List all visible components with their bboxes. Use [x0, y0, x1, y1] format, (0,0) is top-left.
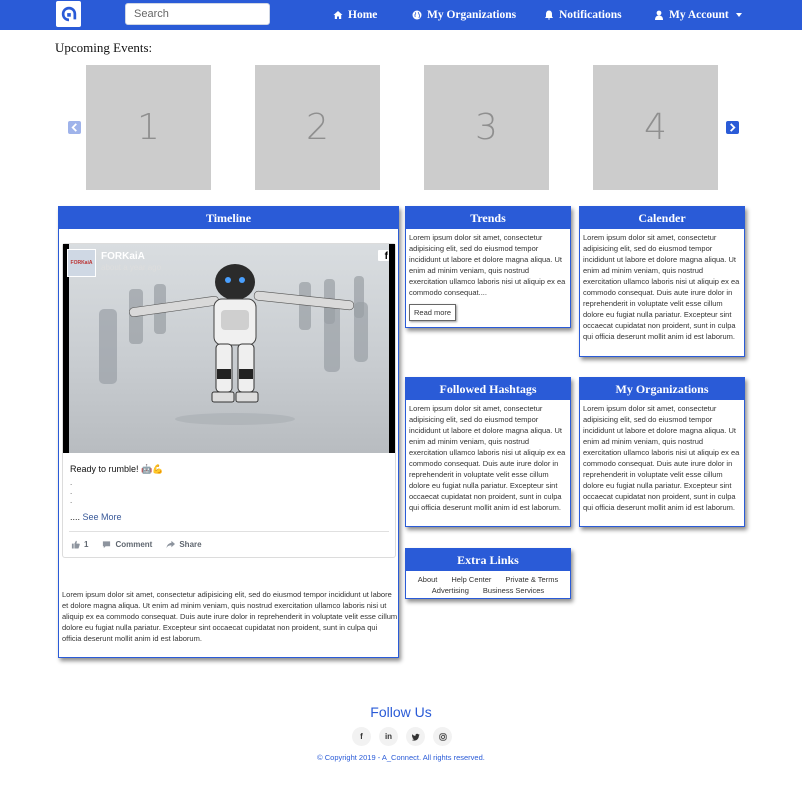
upcoming-events-title: Upcoming Events:	[55, 40, 153, 55]
thumbs-up-icon	[71, 540, 80, 549]
my-organizations-body: Lorem ipsum dolor sit amet, consectetur …	[583, 404, 740, 512]
page-name[interactable]: FORKaiA	[101, 251, 145, 262]
linkedin-icon[interactable]: in	[379, 727, 398, 746]
trends-panel: Trends Lorem ipsum dolor sit amet, conse…	[405, 206, 571, 328]
chevron-down-icon	[735, 13, 742, 17]
chevron-left-icon	[71, 123, 77, 132]
link-business-services[interactable]: Business Services	[483, 586, 544, 595]
extra-links-panel: Extra Links About Help Center Private & …	[405, 548, 571, 599]
link-help-center[interactable]: Help Center	[451, 575, 491, 584]
event-tile[interactable]: 4	[593, 65, 718, 190]
nav-my-account-label: My Account	[669, 9, 729, 21]
link-about[interactable]: About	[418, 575, 438, 584]
twitter-icon[interactable]	[406, 727, 425, 746]
timeline-title: Timeline	[59, 207, 398, 229]
share-icon	[166, 540, 176, 549]
followed-hashtags-panel: Followed Hashtags Lorem ipsum dolor sit …	[405, 377, 571, 527]
post-dots: . . .	[70, 478, 73, 505]
event-tile[interactable]: 1	[86, 65, 211, 190]
carousel-prev-button[interactable]	[68, 121, 81, 134]
a-connect-logo-icon[interactable]	[56, 1, 81, 27]
link-advertising[interactable]: Advertising	[432, 586, 469, 595]
link-private-terms[interactable]: Private & Terms	[505, 575, 558, 584]
follow-us-title: Follow Us	[370, 704, 432, 720]
followed-hashtags-body: Lorem ipsum dolor sit amet, consectetur …	[409, 404, 566, 512]
nav-notifications[interactable]: Notifications	[544, 7, 622, 23]
post-text: Ready to rumble! 🤖💪	[70, 464, 164, 474]
trends-text: Lorem ipsum dolor sit amet, consectetur …	[409, 233, 566, 297]
carousel-next-button[interactable]	[726, 121, 739, 134]
post-see-more: .... See More	[70, 512, 122, 522]
like-count: 1	[84, 540, 89, 549]
nav-my-organizations[interactable]: My Organizations	[412, 7, 516, 23]
timeline-body-text: Lorem ipsum dolor sit amet, consectetur …	[62, 590, 398, 643]
see-more-prefix: ....	[70, 512, 83, 522]
read-more-button[interactable]: Read more	[409, 304, 457, 321]
post-actions: 1 Comment Share	[69, 531, 389, 557]
trends-title: Trends	[406, 207, 570, 229]
page-avatar[interactable]: FORKaiA	[67, 249, 96, 277]
chevron-right-icon	[730, 123, 736, 132]
bell-icon	[545, 10, 553, 20]
instagram-icon[interactable]	[433, 727, 452, 746]
nav-home-label: Home	[348, 9, 378, 21]
search-input[interactable]	[125, 3, 270, 25]
nav-my-account[interactable]: My Account	[654, 7, 742, 23]
user-icon	[655, 10, 663, 20]
navbar: Home My Organizations Notifications My A…	[0, 0, 802, 30]
post-time[interactable]: about a year ago	[101, 263, 161, 272]
comment-label: Comment	[115, 540, 153, 549]
home-icon	[333, 11, 343, 19]
calendar-body: Lorem ipsum dolor sit amet, consectetur …	[583, 233, 740, 341]
nav-home[interactable]: Home	[333, 7, 377, 23]
comment-button[interactable]: Comment	[102, 540, 152, 549]
robot-photo	[69, 244, 389, 453]
trends-body: Lorem ipsum dolor sit amet, consectetur …	[406, 229, 570, 324]
like-button[interactable]: 1	[71, 540, 88, 549]
nav-my-organizations-label: My Organizations	[427, 9, 517, 21]
followed-hashtags-title: Followed Hashtags	[406, 378, 570, 400]
share-label: Share	[179, 540, 202, 549]
facebook-post-card[interactable]: FORKaiA FORKaiA about a year ago f Ready…	[62, 243, 396, 558]
see-more-link[interactable]: See More	[83, 512, 122, 522]
post-media[interactable]: FORKaiA FORKaiA about a year ago f	[63, 244, 395, 453]
comment-icon	[103, 541, 111, 549]
copyright-text: © Copyright 2019 - A_Connect. All rights…	[317, 753, 485, 762]
nav-notifications-label: Notifications	[559, 9, 622, 21]
my-organizations-panel: My Organizations Lorem ipsum dolor sit a…	[579, 377, 745, 527]
extra-links-title: Extra Links	[406, 549, 570, 571]
calendar-title: Calender	[580, 207, 744, 229]
calendar-panel: Calender Lorem ipsum dolor sit amet, con…	[579, 206, 745, 357]
event-tile[interactable]: 2	[255, 65, 380, 190]
facebook-icon[interactable]: f	[378, 250, 389, 261]
extra-links-list: About Help Center Private & Terms Advert…	[406, 571, 570, 599]
share-button[interactable]: Share	[166, 540, 202, 549]
globe-icon	[412, 10, 422, 20]
my-organizations-title: My Organizations	[580, 378, 744, 400]
facebook-icon[interactable]: f	[352, 727, 371, 746]
event-tile[interactable]: 3	[424, 65, 549, 190]
